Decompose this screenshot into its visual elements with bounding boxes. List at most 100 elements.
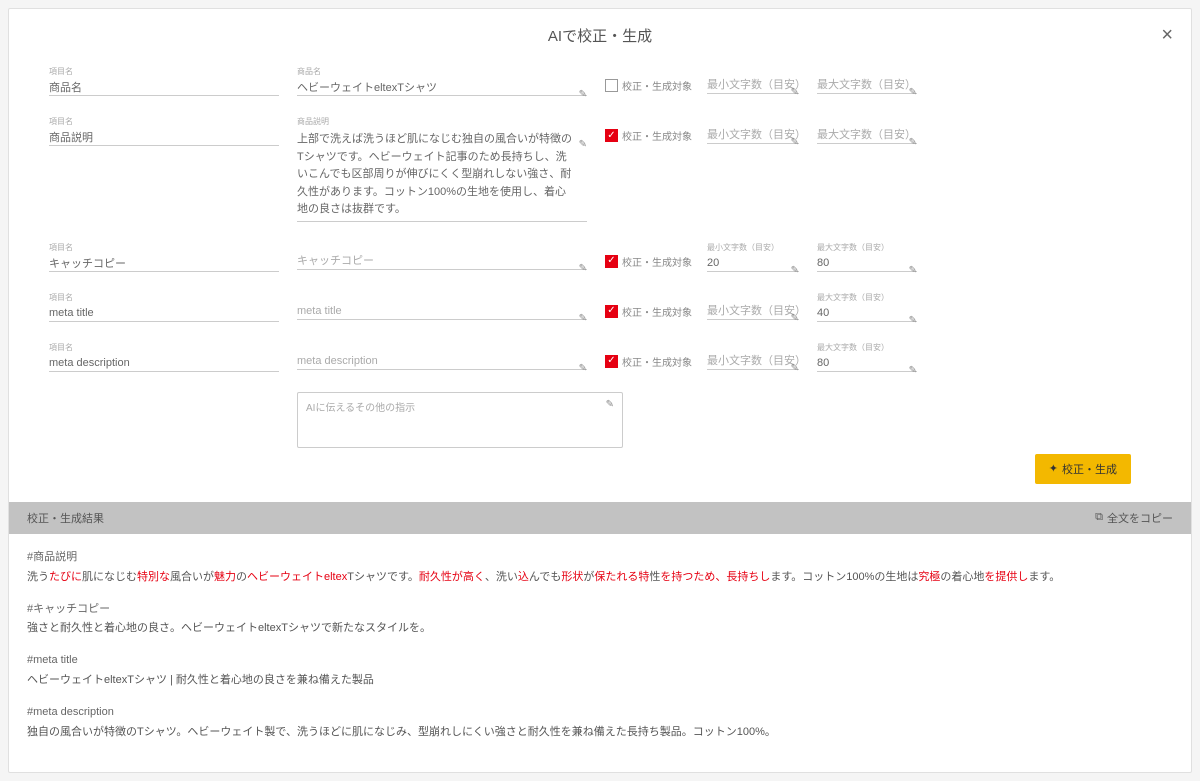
target-checkbox[interactable] [605,79,618,92]
form-row-meta-desc: 項目名 ✎ 校正・生成対象 ✎ [49,342,1151,372]
modal-title: AIで校正・生成 [9,25,1191,46]
action-row: ✦ 校正・生成 [49,454,1151,494]
tiny-label: 項目名 [49,66,279,77]
result-catchcopy: #キャッチコピー 強さと耐久性と着心地の良さ。ヘビーウェイトeltexTシャツで… [27,600,1173,640]
extra-instruction-input[interactable]: AIに伝えるその他の指示 ✎ [297,392,623,448]
result-meta-desc: #meta description 独自の風合いが特徴のTシャツ。ヘビーウェイト… [27,703,1173,743]
result-heading: #キャッチコピー [27,600,1173,620]
tiny-label: 商品名 [297,66,587,77]
tiny-label: 項目名 [49,292,279,303]
pencil-icon[interactable]: ✎ [909,137,917,148]
pencil-icon[interactable]: ✎ [579,89,587,100]
min-chars-input[interactable] [707,77,799,94]
generate-button[interactable]: ✦ 校正・生成 [1035,454,1131,484]
max-chars-input[interactable] [817,255,917,272]
tiny-label [297,292,587,301]
tiny-label [707,292,799,301]
tiny-label [817,116,917,125]
checkbox-label: 校正・生成対象 [622,128,692,143]
pencil-icon[interactable]: ✎ [791,137,799,148]
target-checkbox[interactable] [605,355,618,368]
pencil-icon[interactable]: ✎ [791,313,799,324]
pencil-icon[interactable]: ✎ [579,313,587,324]
pencil-icon[interactable]: ✎ [579,363,587,374]
min-chars-input[interactable] [707,255,799,272]
pencil-icon[interactable]: ✎ [579,139,587,150]
item-label-input[interactable] [49,79,279,96]
checkbox-label: 校正・生成対象 [622,354,692,369]
catchcopy-input[interactable] [297,253,587,270]
pencil-icon[interactable]: ✎ [579,263,587,274]
min-chars-input[interactable] [707,303,799,320]
result-heading: #meta title [27,651,1173,671]
checkbox-label: 校正・生成対象 [622,78,692,93]
results-bar: 校正・生成結果 ⧉ 全文をコピー [9,502,1191,534]
form-row-meta-title: 項目名 ✎ 校正・生成対象 ✎ [49,292,1151,322]
form-row-product-desc: 項目名 商品説明 上部で洗えば洗うほど肌になじむ独自の風合いが特徴のTシャツです… [49,116,1151,222]
tiny-label: 項目名 [49,342,279,353]
tiny-label: 項目名 [49,242,279,253]
tiny-label [297,342,587,351]
tiny-label: 最小文字数（目安） [707,242,799,253]
item-label-input[interactable] [49,355,279,372]
target-checkbox[interactable] [605,305,618,318]
ai-proofread-modal: AIで校正・生成 × 項目名 商品名 ✎ 校正・生成対象 [8,8,1192,773]
item-label-input[interactable] [49,305,279,322]
copy-icon: ⧉ [1095,511,1103,524]
pencil-icon[interactable]: ✎ [791,87,799,98]
form-row-product-name: 項目名 商品名 ✎ 校正・生成対象 ✎ [49,66,1151,96]
modal-header: AIで校正・生成 × [9,9,1191,54]
copy-all-label: 全文をコピー [1107,510,1173,526]
result-heading: #商品説明 [27,548,1173,568]
max-chars-input[interactable] [817,77,917,94]
pencil-icon[interactable]: ✎ [909,365,917,376]
tiny-label [297,242,587,251]
tiny-label: 最大文字数（目安） [817,242,917,253]
results-body: #商品説明 洗うたびに肌になじむ特別な風合いが魅力のヘビーウェイトeltexTシ… [9,534,1191,772]
pencil-icon[interactable]: ✎ [791,265,799,276]
sparkle-icon: ✦ [1049,462,1058,475]
meta-title-input[interactable] [297,303,587,320]
checkbox-label: 校正・生成対象 [622,304,692,319]
target-checkbox[interactable] [605,255,618,268]
tiny-label [707,116,799,125]
meta-desc-input[interactable] [297,353,587,370]
tiny-label: 商品説明 [297,116,587,127]
pencil-icon[interactable]: ✎ [909,315,917,326]
copy-all-button[interactable]: ⧉ 全文をコピー [1095,510,1173,526]
tiny-label [707,342,799,351]
generate-button-label: 校正・生成 [1062,461,1117,477]
target-checkbox[interactable] [605,129,618,142]
product-desc-input[interactable]: 上部で洗えば洗うほど肌になじむ独自の風合いが特徴のTシャツです。ヘビーウェイト記… [297,129,587,222]
pencil-icon[interactable]: ✎ [791,363,799,374]
results-title: 校正・生成結果 [27,510,104,526]
form-area: 項目名 商品名 ✎ 校正・生成対象 ✎ [9,54,1191,502]
form-row-catchcopy: 項目名 ✎ 校正・生成対象 最小文字数（目安） ✎ [49,242,1151,272]
item-label-input[interactable] [49,129,279,146]
result-text: ヘビーウェイトeltexTシャツ | 耐久性と着心地の良さを兼ね備えた製品 [27,671,1173,691]
pencil-icon[interactable]: ✎ [606,399,614,410]
result-text: 強さと耐久性と着心地の良さ。ヘビーウェイトeltexTシャツで新たなスタイルを。 [27,619,1173,639]
min-chars-input[interactable] [707,127,799,144]
tiny-label [707,66,799,75]
tiny-label [817,66,917,75]
product-name-input[interactable] [297,79,587,96]
tiny-label: 最大文字数（目安） [817,292,917,303]
result-heading: #meta description [27,703,1173,723]
min-chars-input[interactable] [707,353,799,370]
extra-instruction-row: AIに伝えるその他の指示 ✎ [49,392,1151,448]
max-chars-input[interactable] [817,127,917,144]
pencil-icon[interactable]: ✎ [909,87,917,98]
max-chars-input[interactable] [817,355,917,372]
tiny-label: 最大文字数（目安） [817,342,917,353]
pencil-icon[interactable]: ✎ [909,265,917,276]
max-chars-input[interactable] [817,305,917,322]
close-icon[interactable]: × [1161,25,1173,45]
result-product-desc: #商品説明 洗うたびに肌になじむ特別な風合いが魅力のヘビーウェイトeltexTシ… [27,548,1173,588]
tiny-label: 項目名 [49,116,279,127]
item-label-input[interactable] [49,255,279,272]
extra-instruction-placeholder: AIに伝えるその他の指示 [306,403,415,414]
result-meta-title: #meta title ヘビーウェイトeltexTシャツ | 耐久性と着心地の良… [27,651,1173,691]
result-text: 洗うたびに肌になじむ特別な風合いが魅力のヘビーウェイトeltexTシャツです。耐… [27,568,1173,588]
checkbox-label: 校正・生成対象 [622,254,692,269]
